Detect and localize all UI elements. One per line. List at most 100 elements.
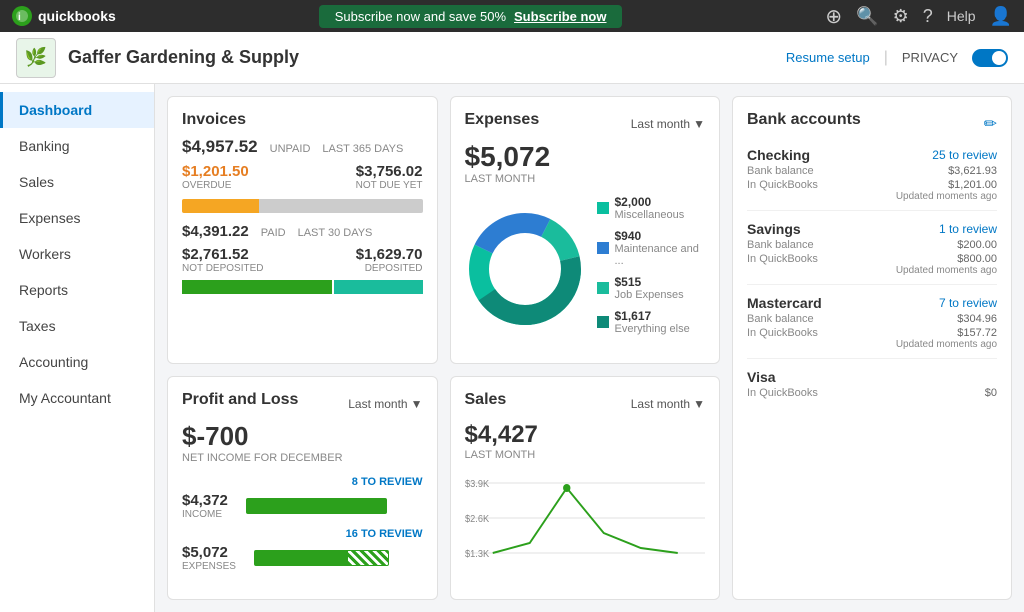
top-right-icons: ⊕ 🔍 ⚙ ? Help 👤 xyxy=(825,4,1012,29)
paid-days: LAST 30 DAYS xyxy=(298,227,373,239)
invoices-card: Invoices $4,957.52 UNPAID LAST 365 DAYS … xyxy=(167,96,438,364)
resume-setup-link[interactable]: Resume setup xyxy=(786,50,870,65)
legend-job: $515 Job Expenses xyxy=(597,275,706,301)
sidebar-item-dashboard[interactable]: Dashboard xyxy=(0,92,154,128)
main-header: 🌿 Gaffer Gardening & Supply Resume setup… xyxy=(0,32,1024,84)
legend-job-label: Job Expenses xyxy=(615,289,684,301)
legend-maintenance: $940 Maintenance and ... xyxy=(597,229,706,267)
help-label[interactable]: Help xyxy=(947,8,976,24)
pl-bars: 8 TO REVIEW $4,372 INCOME 16 TO REVIEW xyxy=(182,476,423,572)
unpaid-progress-bar xyxy=(182,199,423,213)
sidebar-item-sales[interactable]: Sales xyxy=(0,164,154,200)
days-label: LAST 365 DAYS xyxy=(322,143,403,155)
pl-title: Profit and Loss xyxy=(182,391,298,409)
expenses-review-label[interactable]: 16 TO REVIEW xyxy=(182,528,423,540)
bank-account-visa: Visa In QuickBooks $0 xyxy=(747,369,997,407)
toggle-circle xyxy=(992,51,1006,65)
expenses-total: $5,072 xyxy=(465,141,706,173)
income-label: INCOME xyxy=(182,509,228,520)
not-due-label: NOT DUE YET xyxy=(356,180,423,191)
sidebar: Dashboard Banking Sales Expenses Workers… xyxy=(0,84,155,612)
legend-dot-maint xyxy=(597,242,609,254)
bank-edit-icon[interactable]: ✏ xyxy=(984,114,997,134)
unpaid-amount: $4,957.52 xyxy=(182,137,258,157)
expenses-hatched-bar xyxy=(347,550,389,566)
visa-qb-balance: $0 xyxy=(985,387,997,399)
checking-review-link[interactable]: 25 to review xyxy=(932,148,997,162)
user-icon[interactable]: 👤 xyxy=(990,6,1012,27)
mastercard-qb-balance: $157.72 xyxy=(896,327,997,339)
legend-other-label: Everything else xyxy=(615,323,690,335)
legend-other: $1,617 Everything else xyxy=(597,309,706,335)
sales-chevron-icon: ▼ xyxy=(693,397,705,411)
mastercard-name: Mastercard xyxy=(747,295,822,311)
checking-name: Checking xyxy=(747,147,810,163)
sales-total: $4,427 xyxy=(465,421,706,449)
bank-account-mastercard: Mastercard 7 to review Bank balance $304… xyxy=(747,295,997,359)
help-icon[interactable]: ? xyxy=(923,6,933,27)
chevron-down-icon: ▼ xyxy=(693,117,705,131)
chart-peak-dot xyxy=(563,484,570,492)
expenses-last-month-label: LAST MONTH xyxy=(465,173,706,185)
mastercard-qb-label: In QuickBooks xyxy=(747,327,818,350)
pl-expenses-label: EXPENSES xyxy=(182,561,236,572)
pl-net-income: $-700 xyxy=(182,421,423,452)
sidebar-item-workers[interactable]: Workers xyxy=(0,236,154,272)
sidebar-item-expenses[interactable]: Expenses xyxy=(0,200,154,236)
privacy-toggle[interactable] xyxy=(972,49,1008,67)
legend-dot-other xyxy=(597,316,609,328)
legend-misc-label: Miscellaneous xyxy=(615,209,685,221)
savings-name: Savings xyxy=(747,221,801,237)
expenses-period-selector[interactable]: Last month ▼ xyxy=(631,117,705,131)
pl-period-selector[interactable]: Last month ▼ xyxy=(348,397,422,411)
add-icon[interactable]: ⊕ xyxy=(825,4,842,29)
checking-update: Updated moments ago xyxy=(896,191,997,202)
checking-qb-label: In QuickBooks xyxy=(747,179,818,202)
invoices-title: Invoices xyxy=(182,111,423,129)
paid-amount: $4,391.22 xyxy=(182,223,249,240)
not-deposited-bar xyxy=(182,280,332,294)
sales-period-selector[interactable]: Last month ▼ xyxy=(631,397,705,411)
mastercard-review-link[interactable]: 7 to review xyxy=(939,296,997,310)
expenses-bar-row: $5,072 EXPENSES xyxy=(182,544,423,572)
subscribe-button[interactable]: Subscribe now xyxy=(514,9,606,24)
svg-text:$1.3K: $1.3K xyxy=(465,548,490,559)
income-amount: $4,372 xyxy=(182,492,228,509)
expenses-title: Expenses xyxy=(465,111,540,129)
savings-review-link[interactable]: 1 to review xyxy=(939,222,997,236)
sales-chart: $3.9K $2.6K $1.3K xyxy=(465,473,706,573)
visa-name: Visa xyxy=(747,369,776,385)
svg-text:i: i xyxy=(18,12,21,23)
pl-chevron-icon: ▼ xyxy=(411,397,423,411)
search-icon[interactable]: 🔍 xyxy=(856,6,878,27)
sidebar-item-reports[interactable]: Reports xyxy=(0,272,154,308)
checking-bank-balance-label: Bank balance xyxy=(747,165,814,177)
overdue-bar xyxy=(182,199,259,213)
checking-qb-balance: $1,201.00 xyxy=(896,179,997,191)
legend-misc-amount: $2,000 xyxy=(615,195,685,209)
promo-text: Subscribe now and save 50% xyxy=(335,9,506,24)
settings-icon[interactable]: ⚙ xyxy=(893,6,909,27)
sidebar-item-accounting[interactable]: Accounting xyxy=(0,344,154,380)
deposited-progress-bar xyxy=(182,280,423,294)
top-banner: i quickbooks Subscribe now and save 50% … xyxy=(0,0,1024,32)
sidebar-item-accountant[interactable]: My Accountant xyxy=(0,380,154,416)
income-review-label[interactable]: 8 TO REVIEW xyxy=(182,476,423,488)
header-divider: | xyxy=(884,49,888,67)
legend-dot-misc xyxy=(597,202,609,214)
savings-bank-balance-label: Bank balance xyxy=(747,239,814,251)
qb-icon: i xyxy=(12,6,32,26)
not-due-amount: $3,756.02 xyxy=(356,163,423,180)
income-progress-bar xyxy=(246,498,387,514)
legend-maint-amount: $940 xyxy=(615,229,706,243)
pl-net-income-label: NET INCOME FOR DECEMBER xyxy=(182,452,423,464)
sidebar-item-taxes[interactable]: Taxes xyxy=(0,308,154,344)
unpaid-label: UNPAID xyxy=(270,143,311,155)
sales-title: Sales xyxy=(465,391,507,409)
promo-banner: Subscribe now and save 50% Subscribe now xyxy=(319,5,623,28)
sidebar-item-banking[interactable]: Banking xyxy=(0,128,154,164)
savings-update: Updated moments ago xyxy=(896,265,997,276)
pl-period-label: Last month xyxy=(348,397,407,411)
privacy-label: PRIVACY xyxy=(902,50,958,65)
bank-accounts-card: Bank accounts ✏ Checking 25 to review Ba… xyxy=(732,96,1012,600)
